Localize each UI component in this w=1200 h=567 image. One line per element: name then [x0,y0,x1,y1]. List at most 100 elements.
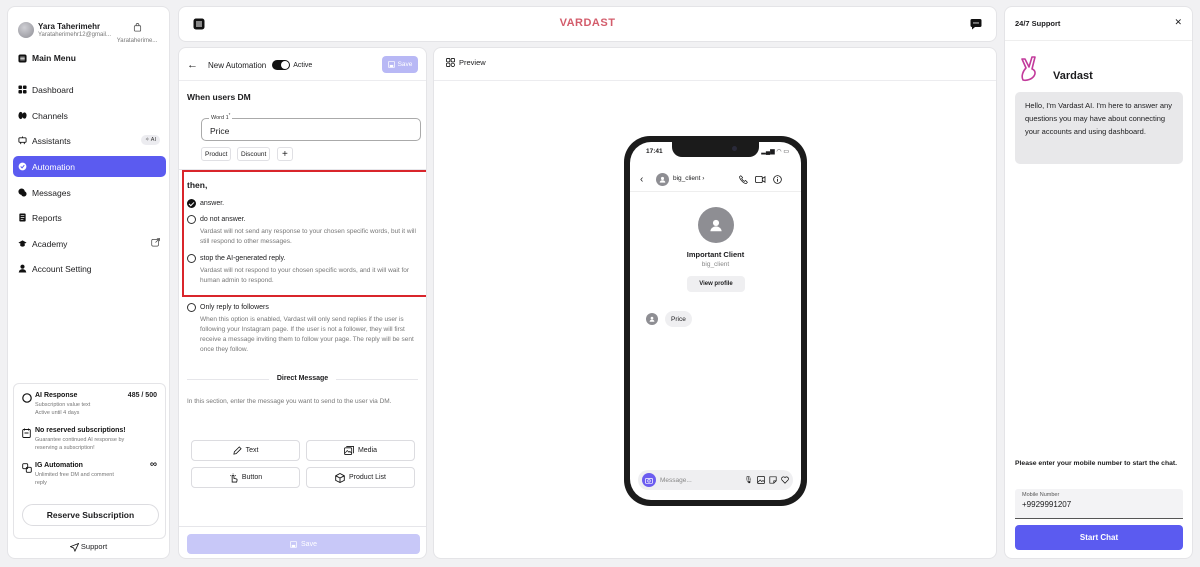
save-button-top[interactable]: Save [382,56,418,73]
chat-username[interactable]: big_client › [673,175,704,182]
back-chevron-icon[interactable]: ‹ [640,174,643,185]
dm-title: Direct Message [179,375,426,382]
sidebar-item-reports[interactable]: Reports [13,207,166,228]
media-action-label: Media [357,447,378,454]
save-icon [387,61,395,68]
main-menu-label: Main Menu [32,53,76,63]
calendar-icon [22,428,31,438]
camera-icon[interactable] [642,473,656,487]
preview-panel: Preview 17:41 ▂▄▆ ◠ ▭ ‹ big_client › Imp… [433,47,997,559]
phone-screen: 17:41 ▂▄▆ ◠ ▭ ‹ big_client › Important C… [630,142,801,500]
mobile-number-value[interactable]: +9929991207 [1022,500,1176,509]
no-reserved-desc-line1: Guarantee continued AI response by [35,437,125,443]
button-action-button[interactable]: Button [191,467,300,488]
reports-icon [19,213,26,222]
user-email: Yarataherimehr12@gmail... [38,32,112,38]
followers-option[interactable]: Only reply to followers When this option… [187,303,417,363]
option-do-not-answer[interactable]: do not answer. Vardast will not send any… [187,215,417,249]
video-call-icon[interactable] [755,175,766,184]
radio-answer[interactable] [187,199,196,208]
mobile-number-field[interactable]: Mobile Number +9929991207 [1015,489,1183,519]
support-link[interactable]: Support [8,542,169,552]
word-input-label-text: Word 1 [211,114,229,121]
support-title: 24/7 Support [1015,19,1061,28]
sidebar-item-dashboard[interactable]: Dashboard [13,79,166,100]
sidebar-item-label: Messages [32,187,71,198]
sidebar-item-account-setting[interactable]: Account Setting [13,258,166,279]
profile-avatar [698,207,734,243]
chip-discount[interactable]: Discount [237,147,271,161]
ai-response-usage: 485 / 500 [127,392,157,399]
phone-notch [672,142,759,157]
save-label: Save [397,61,413,68]
active-toggle[interactable] [272,60,291,70]
add-chip-button[interactable]: + [277,147,293,161]
reserve-subscription-button[interactable]: Reserve Subscription [22,504,159,526]
message-input-bar[interactable]: Message... 🎙 [638,470,793,490]
sidebar-item-label: Channels [32,110,68,121]
phone-mockup: 17:41 ▂▄▆ ◠ ▭ ‹ big_client › Important C… [624,136,807,506]
radio-stop-ai[interactable] [187,254,196,263]
infinity-icon: ∞ [149,459,157,470]
bot-name: Vardast [1053,70,1093,82]
close-icon[interactable]: ✕ [1174,17,1182,28]
option-stop-ai-desc: Vardast will not respond to your chosen … [200,267,410,285]
ig-automation-title: IG Automation [35,462,83,469]
sidebar-item-assistants[interactable]: Assistants ✧ AI [13,130,166,151]
assistant-icon [18,136,27,145]
subscription-card: AI Response 485 / 500 Subscription value… [13,383,166,539]
info-icon[interactable] [773,175,782,184]
ig-automation-desc-line2: reply [35,479,47,486]
message-avatar [646,313,658,325]
chat-icon[interactable] [970,18,982,30]
phone-time: 17:41 [646,148,663,155]
option-stop-ai[interactable]: stop the AI-generated reply. Vardast wil… [187,254,417,288]
mic-icon[interactable]: 🎙 [744,476,753,484]
circle-icon [22,393,32,403]
sidebar-item-messages[interactable]: Messages [13,182,166,203]
no-reserved-title: No reserved subscriptions! [35,427,126,434]
support-link-label: Support [80,542,108,551]
no-reserved-desc: Guarantee continued AI response by reserv… [35,437,124,452]
start-chat-button[interactable]: Start Chat [1015,525,1183,550]
view-profile-button[interactable]: View profile [687,276,745,292]
product-list-action-button[interactable]: Product List [306,467,415,488]
active-label: Active [293,61,313,69]
brand-logo: VARDAST [559,17,616,29]
sidebar-item-automation[interactable]: Automation [13,156,166,177]
preview-title: Preview [459,58,486,67]
option-answer[interactable]: answer. [187,199,417,211]
user-profile[interactable]: Yara Taherimehr Yarataherimehr12@gmail..… [18,19,161,45]
sidebar-item-label: Assistants [32,135,71,146]
preview-divider [434,80,996,81]
back-arrow-icon[interactable]: ← [187,59,198,71]
option-do-not-answer-label: do not answer. [200,216,246,223]
automation-title: New Automation [208,60,267,70]
sticker-icon[interactable] [769,476,777,484]
followers-checkbox[interactable] [187,303,196,312]
channels-icon [18,111,27,120]
phone-call-icon[interactable] [739,175,748,184]
radio-do-not-answer[interactable] [187,215,196,224]
sidebar-item-label: Academy [32,238,68,249]
save-bottom-label: Save [301,540,317,548]
sidebar-item-academy[interactable]: Academy [13,233,166,254]
chip-product[interactable]: Product [201,147,232,161]
external-link-icon[interactable] [151,238,160,247]
media-action-button[interactable]: Media [306,440,415,461]
text-action-button[interactable]: Text [191,440,300,461]
menu-icon [18,53,27,63]
gallery-icon[interactable] [757,476,765,484]
account-switch[interactable]: Yarataherime... [113,19,161,44]
footer-divider [179,526,426,527]
ai-badge: ✧ AI [140,135,160,145]
toolbar-divider [179,80,426,81]
save-button-bottom[interactable]: Save [187,534,420,554]
sidebar-item-label: Dashboard [32,84,74,95]
word-input[interactable]: Price [201,118,421,141]
message-input[interactable]: Message... [660,477,740,484]
dm-desc: In this section, enter the message you w… [187,398,392,405]
heart-icon[interactable] [781,476,789,484]
sidebar-item-channels[interactable]: Channels [13,105,166,126]
ig-automation-desc: Unlimited free DM and comment reply [35,472,114,487]
